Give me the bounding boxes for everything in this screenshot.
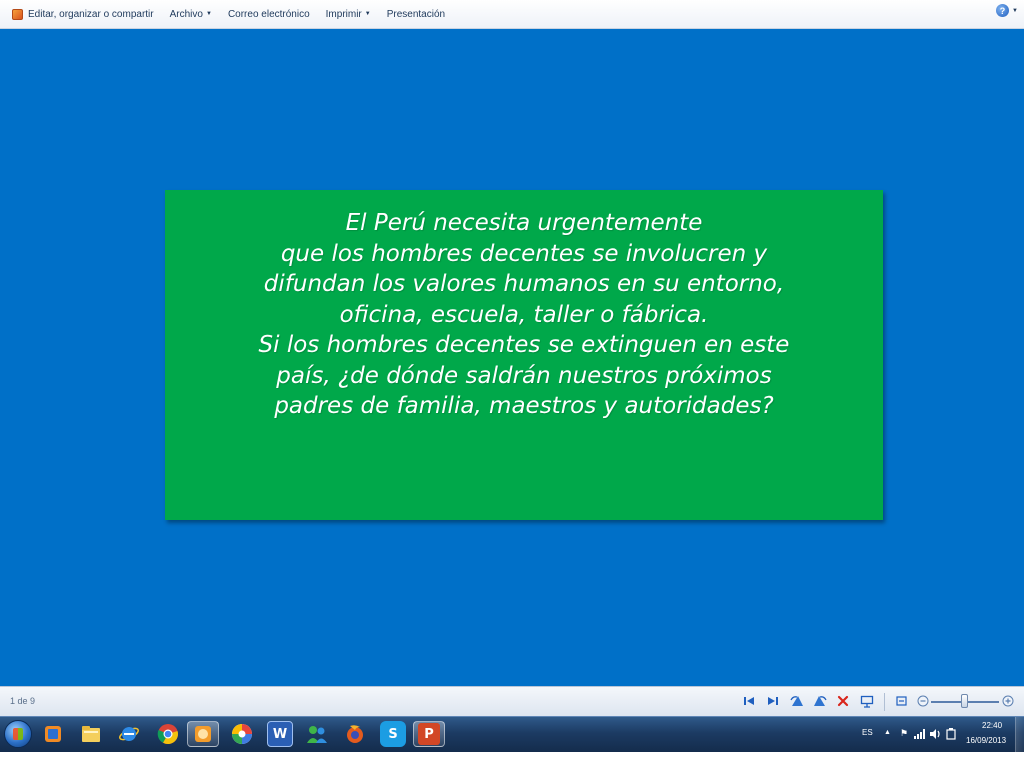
viewer-controls: 1 de 9 xyxy=(0,686,1024,716)
presentacion-button[interactable]: Presentación xyxy=(379,3,453,25)
actual-size-button[interactable] xyxy=(893,693,909,709)
messenger-icon[interactable] xyxy=(304,721,330,747)
zoom-in-button[interactable] xyxy=(1000,693,1016,709)
slide-text-box: El Perú necesita urgentemente que los ho… xyxy=(165,190,883,520)
media-player-icon[interactable] xyxy=(40,721,66,747)
edit-organize-share-menu[interactable]: Editar, organizar o compartir xyxy=(0,3,162,25)
chrome-icon-graphic xyxy=(157,724,178,745)
chrome-icon[interactable] xyxy=(155,721,181,747)
controls-divider xyxy=(884,693,885,711)
chevron-down-icon: ▼ xyxy=(205,11,212,17)
picasa-icon[interactable] xyxy=(229,721,255,747)
language-indicator[interactable]: ES xyxy=(862,728,873,737)
delete-button[interactable] xyxy=(835,693,851,709)
internet-explorer-icon-graphic xyxy=(119,727,139,741)
imprimir-label: Imprimir xyxy=(325,8,362,20)
rotate-left-icon xyxy=(790,696,803,706)
presentacion-label: Presentación xyxy=(386,8,446,20)
picasa-icon-graphic xyxy=(232,724,252,744)
imprimir-menu[interactable]: Imprimir ▼ xyxy=(318,3,379,25)
clock-date[interactable]: 16/09/2013 xyxy=(966,736,1006,745)
rotate-left-button[interactable] xyxy=(789,693,805,709)
previous-icon xyxy=(744,697,754,705)
taskbar: W S P ES ▲ ⚑ 22:40 16/09/2013 xyxy=(0,716,1024,752)
messenger-icon-graphic xyxy=(307,726,327,743)
action-center-flag-icon[interactable]: ⚑ xyxy=(900,728,908,739)
show-desktop-button[interactable] xyxy=(1015,717,1024,752)
rotate-right-button[interactable] xyxy=(812,693,828,709)
slide-text-line: El Perú necesita urgentemente xyxy=(345,210,703,236)
correo-electronico-button[interactable]: Correo electrónico xyxy=(220,3,318,25)
zoom-out-icon xyxy=(917,695,929,707)
clock-time[interactable]: 22:40 xyxy=(982,721,1002,730)
photo-viewer-app-icon xyxy=(12,8,23,20)
slide-text-line: Si los hombres decentes se extinguen en … xyxy=(258,332,790,358)
actual-size-icon xyxy=(895,696,907,706)
archivo-label: Archivo xyxy=(169,8,203,20)
next-button[interactable] xyxy=(765,693,781,709)
slide-text-line: oficina, escuela, taller o fábrica. xyxy=(339,301,709,328)
archivo-menu[interactable]: Archivo ▼ xyxy=(162,3,220,25)
correo-electronico-label: Correo electrónico xyxy=(227,8,310,20)
help-icon: ? xyxy=(996,4,1010,17)
help-menu[interactable]: ? ▼ xyxy=(996,4,1018,17)
screen-bottom-strip xyxy=(0,752,1024,768)
next-icon xyxy=(768,697,778,705)
delete-icon xyxy=(837,695,849,707)
chevron-down-icon: ▼ xyxy=(364,11,371,17)
start-orb[interactable] xyxy=(4,720,32,748)
firefox-icon[interactable] xyxy=(342,721,368,747)
file-explorer-icon-graphic xyxy=(82,726,100,742)
media-player-icon-graphic xyxy=(45,726,61,742)
zoom-in-icon xyxy=(1002,695,1014,707)
firefox-icon-graphic xyxy=(347,725,363,743)
slide-text-line: difundan los valores humanos en su entor… xyxy=(263,271,785,297)
slideshow-button[interactable] xyxy=(859,693,875,709)
skype-glyph: S xyxy=(388,726,398,742)
chevron-down-icon: ▼ xyxy=(1012,7,1018,14)
word-glyph: W xyxy=(272,726,288,742)
zoom-slider[interactable] xyxy=(961,694,968,708)
slide-text-line: padres de familia, maestros y autoridade… xyxy=(274,393,774,419)
show-hidden-icons-icon[interactable]: ▲ xyxy=(884,729,891,736)
photo-viewer-icon[interactable] xyxy=(187,721,219,747)
power-icon[interactable] xyxy=(946,728,956,740)
word-icon[interactable]: W xyxy=(267,721,293,747)
toolbar: Editar, organizar o compartir Archivo ▼ … xyxy=(0,0,1024,29)
skype-icon[interactable]: S xyxy=(380,721,406,747)
slide-text-line: que los hombres decentes se involucren y xyxy=(280,240,768,267)
photo-viewer-icon-graphic xyxy=(195,726,211,742)
powerpoint-icon[interactable]: P xyxy=(413,721,445,747)
zoom-out-button[interactable] xyxy=(915,693,931,709)
volume-icon[interactable] xyxy=(930,728,942,740)
internet-explorer-icon[interactable] xyxy=(116,721,142,747)
previous-button[interactable] xyxy=(741,693,757,709)
rotate-right-icon xyxy=(814,696,827,706)
edit-organize-share-label: Editar, organizar o compartir xyxy=(28,8,154,20)
image-viewer-area: El Perú necesita urgentemente que los ho… xyxy=(0,29,1024,686)
page-counter: 1 de 9 xyxy=(10,696,36,706)
network-signal-icon[interactable] xyxy=(914,729,925,739)
powerpoint-glyph: P xyxy=(418,723,440,745)
file-explorer-icon[interactable] xyxy=(78,721,104,747)
slideshow-icon xyxy=(860,695,874,708)
slide-text-line: país, ¿de dónde saldrán nuestros próximo… xyxy=(276,362,772,389)
